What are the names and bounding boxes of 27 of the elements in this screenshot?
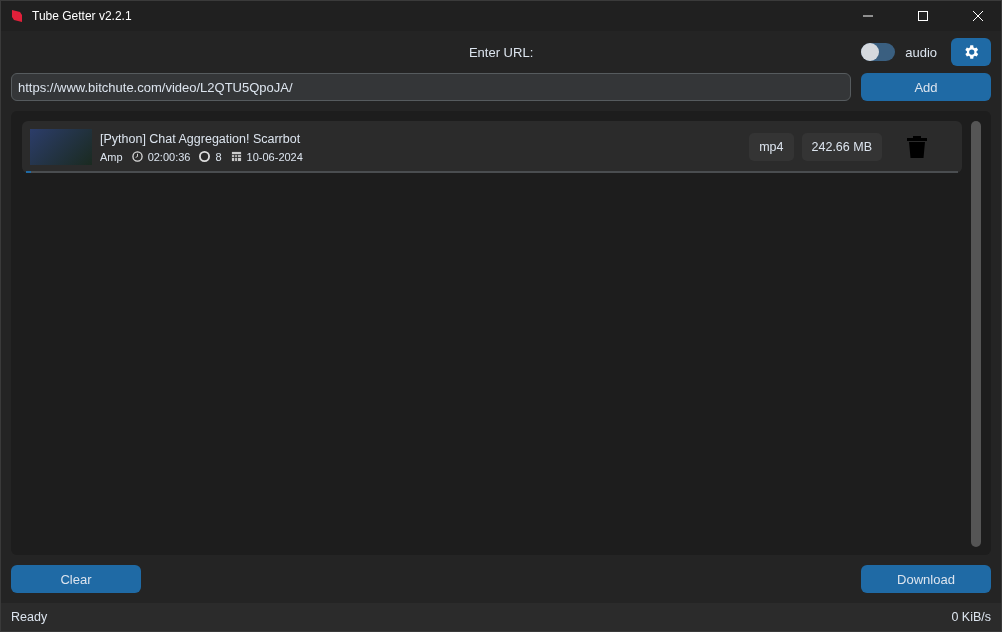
views-icon [199,151,211,162]
video-title: [Python] Chat Aggregation! Scarrbot [100,131,302,146]
video-duration: 02:00:36 [147,150,191,163]
view-count: 8 [215,150,222,163]
url-field[interactable]: https://www.bitchute.com/video/L2QTU5QpoJA/ [11,73,851,101]
add-button[interactable]: Add [861,73,991,101]
format-label: mp4 [749,133,794,161]
audio-label: audio [905,44,937,60]
status-text: Ready [11,610,48,624]
settings-button[interactable] [951,38,991,66]
audio-switch[interactable] [861,43,896,61]
url-label: Enter URL: [468,44,534,60]
upload-date: 10-06-2024 [246,150,303,163]
clock-icon [131,151,143,162]
download-speed: 0 KiB/s [951,610,991,624]
scrollbar[interactable] [971,121,981,547]
file-size: 242.66 MB [801,133,882,161]
download-button[interactable]: Download [861,565,991,593]
calendar-icon [230,151,242,162]
app-logo-icon [11,9,23,23]
trash-icon [906,135,928,159]
window-title: Tube Getter v2.2.1 [32,9,133,23]
channel-name: Amp [100,150,123,163]
clear-button[interactable]: Clear [11,565,141,593]
close-icon [973,11,983,21]
maximize-icon [918,11,928,21]
video-thumbnail [30,129,92,165]
